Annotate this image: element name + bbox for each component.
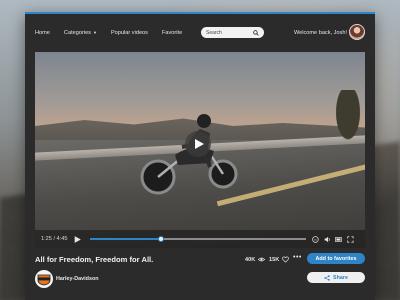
time-display: 1:25 / 4:45	[41, 236, 68, 242]
volume-icon[interactable]	[324, 236, 331, 243]
nav-categories-label: Categories	[63, 30, 91, 36]
svg-text:cc: cc	[314, 237, 317, 241]
share-label: Share	[333, 274, 348, 281]
search-placeholder: Search	[206, 29, 222, 36]
nav-home[interactable]: Home	[35, 30, 50, 36]
play-icon	[195, 139, 204, 149]
seek-handle[interactable]	[158, 236, 165, 242]
seek-bar[interactable]	[89, 236, 306, 242]
play-overlay-button[interactable]	[185, 131, 211, 157]
caret-down-icon: ▼	[92, 30, 97, 36]
share-icon	[324, 274, 330, 281]
video-page-window: Home Categories ▼ Popular videos Favorite…	[25, 12, 375, 300]
channel-logo[interactable]	[35, 270, 53, 288]
like-button[interactable]: 15K	[269, 256, 290, 263]
harley-davidson-logo	[37, 274, 51, 286]
add-to-favorites-button[interactable]: Add to favorites	[307, 253, 365, 264]
video-tree	[333, 90, 363, 146]
channel-name[interactable]: Harley-Davidson	[56, 276, 99, 282]
video-title: All for Freedom, Freedom for All.	[35, 255, 154, 264]
player-controls: 1:25 / 4:45 cc	[35, 230, 365, 248]
search-input[interactable]: Search	[201, 27, 264, 38]
fullscreen-icon[interactable]	[347, 235, 354, 243]
nav-popular-videos[interactable]: Popular videos	[111, 30, 148, 36]
play-icon[interactable]	[74, 235, 81, 243]
avatar[interactable]	[349, 24, 365, 40]
seek-progress	[89, 238, 162, 240]
subtitles-icon[interactable]: cc	[311, 235, 319, 243]
eye-icon	[258, 257, 266, 262]
welcome-text: Welcome back, Josh!	[293, 30, 347, 36]
likes-value: 15K	[269, 256, 280, 263]
views-value: 40K	[245, 256, 256, 263]
heart-icon	[282, 256, 290, 263]
search-icon	[253, 29, 259, 36]
more-options-button[interactable]: •••	[293, 254, 302, 261]
theater-mode-icon[interactable]	[335, 236, 343, 243]
share-button[interactable]: Share	[307, 272, 365, 283]
nav-categories[interactable]: Categories ▼	[64, 30, 97, 36]
views-count: 40K	[245, 256, 266, 263]
video-player[interactable]	[35, 52, 365, 248]
nav-favorite[interactable]: Favorite	[162, 30, 182, 36]
